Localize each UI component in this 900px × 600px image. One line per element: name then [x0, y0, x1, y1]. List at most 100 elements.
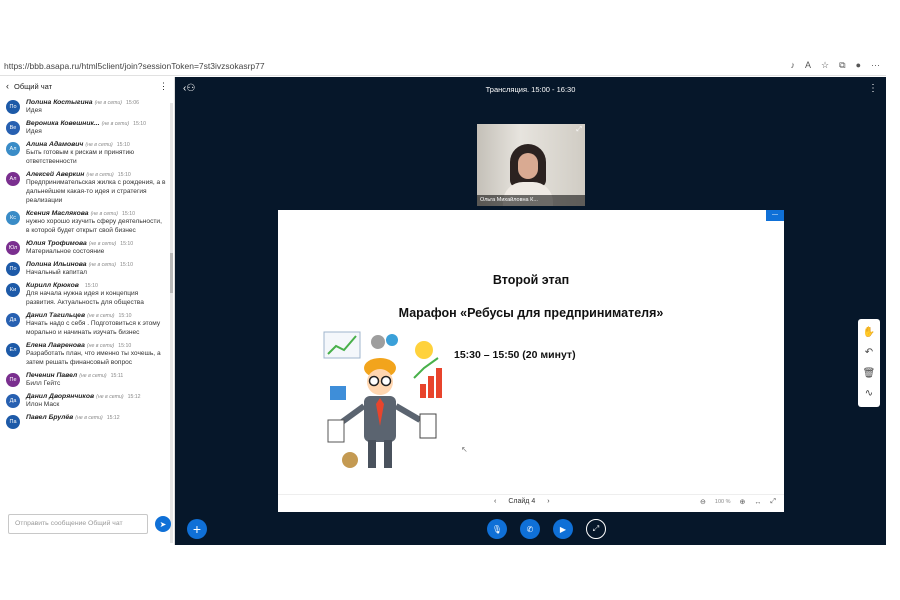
mute-microphone-button[interactable]: 🎙: [487, 519, 507, 539]
send-message-button[interactable]: ➤: [155, 516, 171, 532]
bar-1: [420, 384, 426, 398]
chat-sender-status: (не в сети): [88, 262, 116, 268]
zoom-in-button[interactable]: ⊕: [740, 498, 746, 506]
chat-message: По Полина Ильинова (не в сети) 15:10 Начальн…: [0, 259, 170, 280]
avatar[interactable]: Ки: [6, 283, 20, 297]
slide-select[interactable]: Слайд 4: [508, 498, 535, 505]
chat-message-text: Идея: [26, 128, 42, 135]
chat-title[interactable]: Общий чат: [14, 82, 52, 91]
chat-message-text: нужно хорошо изучить сферу деятельности,…: [26, 218, 162, 234]
avatar[interactable]: Ел: [6, 343, 20, 357]
avatar[interactable]: Па: [6, 415, 20, 429]
webcam-user-name: Ольга Михайловна К...: [477, 195, 585, 206]
calculator: [419, 413, 437, 439]
chat-message-time: 15:10: [133, 121, 147, 127]
avatar[interactable]: Да: [6, 313, 20, 327]
clipboard: [327, 419, 345, 443]
chat-message-header: Алексей Аверкин (не в сети) 15:10: [26, 171, 166, 178]
chat-message-body: Данил Дворянчиков (не в сети) 15:12 Илон Ма…: [26, 393, 166, 409]
chat-message: Кс Ксения Маслякова (не в сети) 15:10 нужно …: [0, 208, 170, 238]
avatar[interactable]: Ал: [6, 142, 20, 156]
avatar[interactable]: Ал: [6, 172, 20, 186]
growth-arrow: [413, 357, 439, 379]
arm-left: [340, 403, 366, 425]
chat-scrollbar[interactable]: [170, 103, 173, 543]
chat-scrollbar-thumb[interactable]: [170, 253, 173, 293]
chat-header: ‹ Общий чат ⋮: [0, 77, 174, 95]
chat-sender-name: Юлия Трофимова: [26, 240, 87, 247]
chat-panel: ‹ Общий чат ⋮ По Полина Костыгина (не в се…: [0, 77, 175, 545]
chat-message-text: Быть готовым к рискам и принятию ответст…: [26, 149, 135, 165]
chat-message-input[interactable]: Отправить сообщение Общий чат: [8, 514, 148, 534]
actions-plus-button[interactable]: +: [187, 519, 207, 539]
profile-icon[interactable]: ●: [856, 60, 861, 71]
chat-message-time: 15:06: [125, 100, 139, 106]
chat-message: Ал Алина Адамович (не в сети) 15:10 Быть гот…: [0, 139, 170, 169]
chat-sender-name: Ксения Маслякова: [26, 210, 89, 217]
fullscreen-button[interactable]: ⤢: [770, 498, 776, 506]
minimize-presentation-button[interactable]: —: [766, 210, 784, 221]
chat-sender-name: Алина Адамович: [26, 141, 84, 148]
slide-navigation: ‹ Слайд 4 ›: [494, 498, 550, 505]
bar-2: [428, 376, 434, 398]
hand-icon[interactable]: ✋: [863, 327, 875, 338]
avatar[interactable]: Пе: [6, 373, 20, 387]
chat-message-body: Печенин Павел (не в сети) 15:11 Билл Гейтс: [26, 372, 166, 388]
chat-options-icon[interactable]: ⋮: [159, 81, 168, 92]
leave-audio-button[interactable]: ✆: [520, 519, 540, 539]
prev-slide-button[interactable]: ‹: [494, 498, 496, 505]
reading-icon[interactable]: A: [805, 60, 811, 71]
webcam-video[interactable]: ⤢ Ольга Михайловна К...: [477, 124, 585, 206]
microphone-icon[interactable]: ♪: [791, 60, 796, 71]
money-bag: [342, 452, 358, 468]
avatar[interactable]: По: [6, 262, 20, 276]
browser-toolbar-icons: ♪ A ☆ ⧉ ● ···: [791, 60, 880, 71]
chat-sender-status: (не в сети): [101, 121, 130, 127]
slide-subheading: Марафон «Ребусы для предпринимателя»: [398, 306, 664, 320]
chat-message-header: Полина Костыгина (не в сети) 15:06: [26, 99, 166, 106]
chat-message-text: Начать надо с себя . Подготовиться к это…: [26, 320, 161, 336]
chat-message-header: Алина Адамович (не в сети) 15:10: [26, 141, 166, 148]
zoom-controls: ⊖ 100 % ⊕ ↔ ⤢: [700, 498, 776, 506]
screen-share-icon: ⤢: [592, 524, 600, 533]
share-screen-button[interactable]: ⤢: [586, 519, 606, 539]
back-chevron-icon[interactable]: ‹: [6, 81, 9, 91]
fit-width-button[interactable]: ↔: [754, 499, 761, 506]
address-url[interactable]: https://bbb.asapa.ru/html5client/join?se…: [4, 61, 265, 71]
collections-icon[interactable]: ⧉: [839, 60, 845, 71]
chat-message-text: Илон Маск: [26, 401, 60, 408]
chat-message-body: Ксения Маслякова (не в сети) 15:10 нужно хо…: [26, 210, 166, 235]
zoom-level[interactable]: 100 %: [715, 499, 731, 505]
chat-message-text: Разработать план, что именно ты хочешь, …: [26, 350, 161, 366]
avatar[interactable]: Ве: [6, 121, 20, 135]
avatar[interactable]: По: [6, 100, 20, 114]
chat-message-time: 15:10: [119, 262, 133, 268]
options-kebab-icon[interactable]: ⋮: [868, 83, 878, 94]
share-webcam-button[interactable]: ▶: [553, 519, 573, 539]
next-slide-button[interactable]: ›: [547, 498, 549, 505]
chat-message-header: Данил Дворянчиков (не в сети) 15:12: [26, 393, 166, 400]
gear-icon-2: [386, 334, 398, 346]
favorite-icon[interactable]: ☆: [821, 60, 829, 71]
zoom-out-button[interactable]: ⊖: [700, 498, 706, 506]
avatar[interactable]: Да: [6, 394, 20, 408]
mouse-cursor-icon: ↖: [461, 445, 468, 454]
undo-icon[interactable]: ↶: [865, 347, 873, 358]
webcam-fullscreen-icon[interactable]: ⤢: [576, 126, 582, 134]
chat-message-body: Алина Адамович (не в сети) 15:10 Быть готов…: [26, 141, 166, 166]
chat-message-body: Полина Костыгина (не в сети) 15:06 Идея: [26, 99, 166, 115]
chat-message-body: Кирилл Крюков 15:10 Для начала нужна идея …: [26, 282, 166, 307]
avatar[interactable]: Кс: [6, 211, 20, 225]
avatar[interactable]: Юл: [6, 241, 20, 255]
chat-sender-name: Кирилл Крюков: [26, 282, 79, 289]
multi-user-draw-icon[interactable]: ∿: [865, 388, 873, 399]
trash-icon[interactable]: 🗑: [863, 368, 876, 379]
chat-message-text: Предпринимательская жилка с рождения, а …: [26, 179, 166, 204]
businessman-illustration: [323, 331, 442, 468]
chat-message: По Полина Костыгина (не в сети) 15:06 Идея: [0, 97, 170, 118]
chat-message-header: Елена Лавренова (не в сети) 15:10: [26, 342, 166, 349]
chat-sender-status: (не в сети): [94, 100, 122, 106]
chat-sender-status: (не в сети): [79, 373, 107, 379]
presentation-slide: — Второй этап Марафон «Ребусы для предпр…: [278, 210, 784, 494]
more-icon[interactable]: ···: [871, 60, 880, 71]
